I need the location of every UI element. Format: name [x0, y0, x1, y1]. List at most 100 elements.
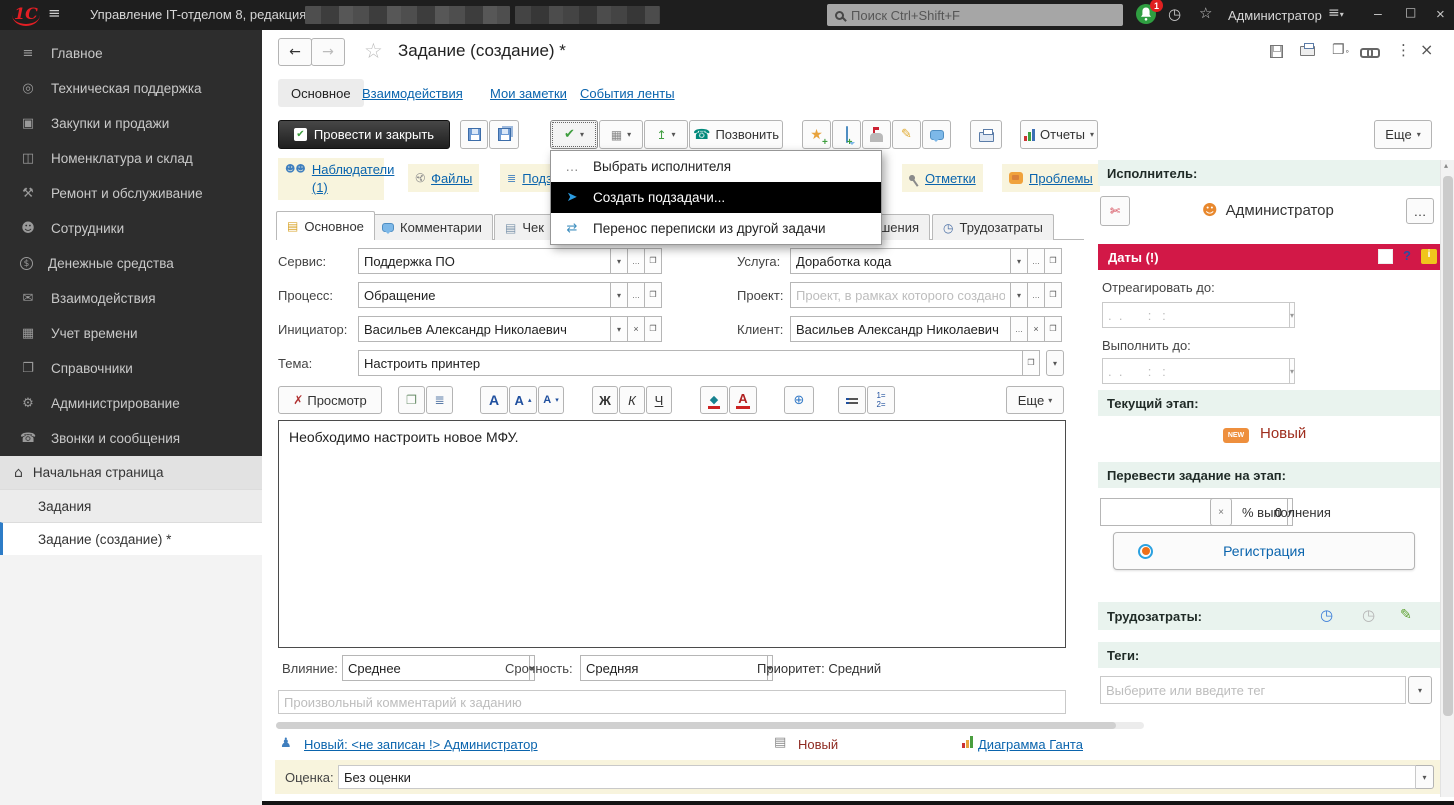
executor-value[interactable]: ☻Администратор: [1202, 202, 1334, 219]
dates-checkbox[interactable]: [1378, 249, 1393, 264]
favorites-star-icon[interactable]: ☆: [1199, 6, 1212, 21]
clear-icon[interactable]: ×: [628, 316, 645, 342]
service-menu-icon[interactable]: ≡▾: [1328, 6, 1344, 20]
record-state-link[interactable]: Новый: <не записан !> Администратор: [304, 737, 538, 752]
more-button[interactable]: Еще▾: [1374, 120, 1432, 149]
vertical-scrollbar[interactable]: ▴: [1440, 160, 1454, 797]
highlight-button[interactable]: ✎: [892, 120, 921, 149]
kebab-menu-icon[interactable]: ⋮: [1396, 43, 1411, 58]
sidebar-item-home[interactable]: ⌂Начальная страница: [0, 456, 262, 489]
sidebar-item-repair[interactable]: ⚒Ремонт и обслуживание: [0, 176, 262, 211]
inner-tab-comments[interactable]: Комментарии: [371, 214, 493, 240]
urgency-select[interactable]: ▾: [580, 655, 725, 681]
open-window-task-create[interactable]: Задание (создание) *: [0, 522, 262, 555]
inner-tab-labor[interactable]: ◷Трудозатраты: [932, 214, 1054, 240]
open-icon[interactable]: ❐: [1045, 248, 1062, 274]
add-favorite-button[interactable]: ★+: [802, 120, 831, 149]
influence-select[interactable]: ▾: [342, 655, 489, 681]
process-field[interactable]: ▾…❐: [358, 282, 662, 308]
print-button[interactable]: [970, 120, 1002, 149]
font-button[interactable]: А: [480, 386, 508, 414]
open-icon[interactable]: ❐: [645, 282, 662, 308]
edit-pencil-icon[interactable]: ✎: [1400, 608, 1412, 622]
add-comment-button[interactable]: +: [832, 120, 861, 149]
unassign-executor-button[interactable]: ✄: [1100, 196, 1130, 226]
numbered-list-button[interactable]: 1=2=: [867, 386, 895, 414]
menu-item-transfer-correspondence[interactable]: ⇄Перенос переписки из другой задачи: [551, 213, 881, 244]
reports-button[interactable]: Отчеты▾: [1020, 120, 1098, 149]
subject-dropdown-button[interactable]: ▾: [1046, 350, 1064, 376]
save-icon[interactable]: [1270, 45, 1283, 58]
project-field[interactable]: ▾…❐: [790, 282, 1062, 308]
editor-more-button[interactable]: Еще▾: [1006, 386, 1064, 414]
text-color-button[interactable]: А: [729, 386, 757, 414]
open-icon[interactable]: ❐: [1023, 350, 1040, 376]
bullet-list-button[interactable]: [838, 386, 866, 414]
react-until-field[interactable]: ▾: [1102, 302, 1270, 328]
open-window-tasks[interactable]: Задания: [0, 489, 262, 522]
save-all-button[interactable]: [489, 120, 519, 149]
sidebar-item-catalogs[interactable]: ❐Справочники: [0, 351, 262, 386]
choose-icon[interactable]: …: [628, 248, 645, 274]
close-form-icon[interactable]: ×: [1420, 42, 1433, 58]
tab-feed-events[interactable]: События ленты: [580, 86, 675, 101]
minimize-button[interactable]: –: [1374, 5, 1382, 21]
sidebar-item-money[interactable]: $Денежные средства: [0, 246, 262, 281]
horizontal-scrollbar[interactable]: [276, 722, 1144, 729]
sidebar-item-glavnoe[interactable]: ≡Главное: [0, 36, 262, 71]
dropdown-icon[interactable]: ▾: [1290, 358, 1295, 384]
forward-button[interactable]: →: [311, 38, 345, 66]
finish-until-field[interactable]: ▾: [1102, 358, 1270, 384]
observers-link[interactable]: ☻☻Наблюдатели (1): [278, 158, 384, 200]
menu-item-create-subtasks[interactable]: ➤Создать подзадачи...: [551, 182, 881, 213]
italic-button[interactable]: К: [619, 386, 645, 414]
global-search-input[interactable]: Поиск Ctrl+Shift+F: [827, 4, 1123, 26]
dates-help-icon[interactable]: ?: [1403, 248, 1411, 263]
open-icon[interactable]: ❐: [1045, 316, 1062, 342]
open-icon[interactable]: ❐: [645, 248, 662, 274]
choose-icon[interactable]: …: [1011, 316, 1028, 342]
gantt-link[interactable]: Диаграмма Ганта: [978, 737, 1083, 752]
scroll-up-icon[interactable]: ▴: [1444, 162, 1448, 170]
dropdown-icon[interactable]: ▾: [611, 316, 628, 342]
sidebar-item-time-tracking[interactable]: ▦Учет времени: [0, 316, 262, 351]
register-button[interactable]: Регистрация: [1113, 532, 1415, 570]
print-icon[interactable]: [1300, 46, 1315, 56]
history-icon[interactable]: ◷: [1168, 7, 1181, 22]
v-scroll-thumb[interactable]: [1443, 176, 1453, 716]
tab-my-notes[interactable]: Мои заметки: [490, 86, 567, 101]
executor-choose-button[interactable]: …: [1406, 198, 1434, 224]
dropdown-icon[interactable]: ▾: [1011, 282, 1028, 308]
dropdown-icon[interactable]: ▾: [611, 248, 628, 274]
inner-tab-main[interactable]: ▤Основное: [276, 211, 375, 240]
preview-icon[interactable]: ❐∘: [1332, 43, 1350, 57]
get-link-icon[interactable]: [1360, 46, 1378, 58]
schedule-button[interactable]: ▦▾: [599, 120, 643, 149]
comment-input[interactable]: [278, 690, 1066, 714]
tag-dropdown-button[interactable]: ▾: [1408, 676, 1432, 704]
initiator-field[interactable]: ▾×❐: [358, 316, 662, 342]
sidebar-item-purchases[interactable]: ▣Закупки и продажи: [0, 106, 262, 141]
sidebar-item-employees[interactable]: ☻Сотрудники: [0, 211, 262, 246]
main-menu-icon[interactable]: ≡: [48, 6, 61, 21]
dropdown-icon[interactable]: ▾: [1011, 248, 1028, 274]
paste-image-button[interactable]: ❐: [398, 386, 425, 414]
choose-icon[interactable]: …: [628, 282, 645, 308]
service-field[interactable]: ▾…❐: [358, 248, 662, 274]
dates-info-icon[interactable]: i: [1421, 249, 1437, 264]
tab-main[interactable]: Основное: [278, 79, 364, 107]
menu-item-select-executor[interactable]: …Выбрать исполнителя: [551, 151, 881, 182]
percent-field[interactable]: ▾: [1100, 498, 1208, 526]
dropdown-icon[interactable]: ▾: [611, 282, 628, 308]
choose-icon[interactable]: …: [1028, 282, 1045, 308]
close-window-button[interactable]: ×: [1436, 6, 1445, 23]
sidebar-item-tech-support[interactable]: ◎Техническая поддержка: [0, 71, 262, 106]
back-button[interactable]: ←: [278, 38, 312, 66]
description-textarea[interactable]: Необходимо настроить новое МФУ.: [278, 420, 1066, 648]
fill-color-button[interactable]: ◆: [700, 386, 728, 414]
files-link[interactable]: ✇Файлы: [408, 164, 479, 192]
subject-field[interactable]: ❐: [358, 350, 1040, 376]
call-button[interactable]: ☎Позвонить: [689, 120, 783, 149]
marks-link[interactable]: Отметки: [902, 164, 983, 192]
sidebar-item-calls[interactable]: ☎Звонки и сообщения: [0, 421, 262, 456]
